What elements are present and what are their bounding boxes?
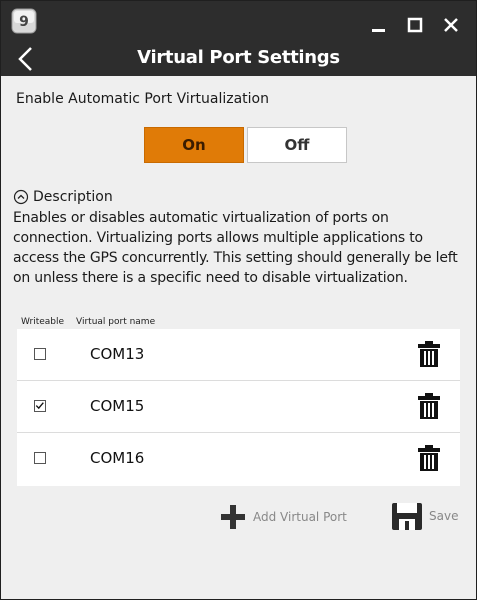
minimize-icon[interactable] <box>369 15 389 35</box>
add-virtual-port-button[interactable]: Add Virtual Port <box>221 505 347 529</box>
virtual-port-settings-window: 9 Virtual Port Settings Enable Automatic… <box>0 0 477 600</box>
description-text: Enables or disables automatic virtualiza… <box>13 210 458 286</box>
description-title: Description <box>33 189 113 205</box>
ports-table: COM13 COM15 COM16 <box>17 329 460 486</box>
table-row: COM13 <box>17 329 460 381</box>
chevron-up-circle-icon <box>13 189 29 205</box>
plus-icon <box>221 505 245 529</box>
app-badge-number: 9 <box>19 14 29 30</box>
checkmark-icon <box>35 402 44 410</box>
writeable-checkbox[interactable] <box>34 452 46 464</box>
description-toggle[interactable]: Description <box>13 189 113 205</box>
port-name: COM13 <box>90 345 145 363</box>
port-name: COM16 <box>90 449 145 467</box>
close-icon[interactable] <box>441 15 461 35</box>
trash-icon[interactable] <box>418 445 440 471</box>
table-row: COM16 <box>17 433 460 485</box>
app-badge-icon: 9 <box>11 8 37 34</box>
page-title: Virtual Port Settings <box>137 47 340 68</box>
port-name: COM15 <box>90 397 145 415</box>
writeable-checkbox[interactable] <box>34 348 46 360</box>
column-header-port-name: Virtual port name <box>76 317 156 327</box>
on-toggle-button[interactable]: On <box>144 127 244 163</box>
trash-icon[interactable] <box>418 341 440 367</box>
add-virtual-port-label: Add Virtual Port <box>253 510 347 524</box>
trash-icon[interactable] <box>418 393 440 419</box>
title-bar: 9 Virtual Port Settings <box>1 1 476 76</box>
auto-virtualization-label: Enable Automatic Port Virtualization <box>16 91 269 107</box>
off-toggle-button[interactable]: Off <box>247 127 347 163</box>
save-label: Save <box>429 509 459 523</box>
writeable-checkbox[interactable] <box>34 400 46 412</box>
save-disk-icon <box>392 503 422 530</box>
save-button[interactable]: Save <box>392 501 458 531</box>
maximize-icon[interactable] <box>405 15 425 35</box>
table-row: COM15 <box>17 381 460 433</box>
column-header-writeable: Writeable <box>21 317 65 327</box>
settings-content: Enable Automatic Port Virtualization On … <box>1 76 476 599</box>
